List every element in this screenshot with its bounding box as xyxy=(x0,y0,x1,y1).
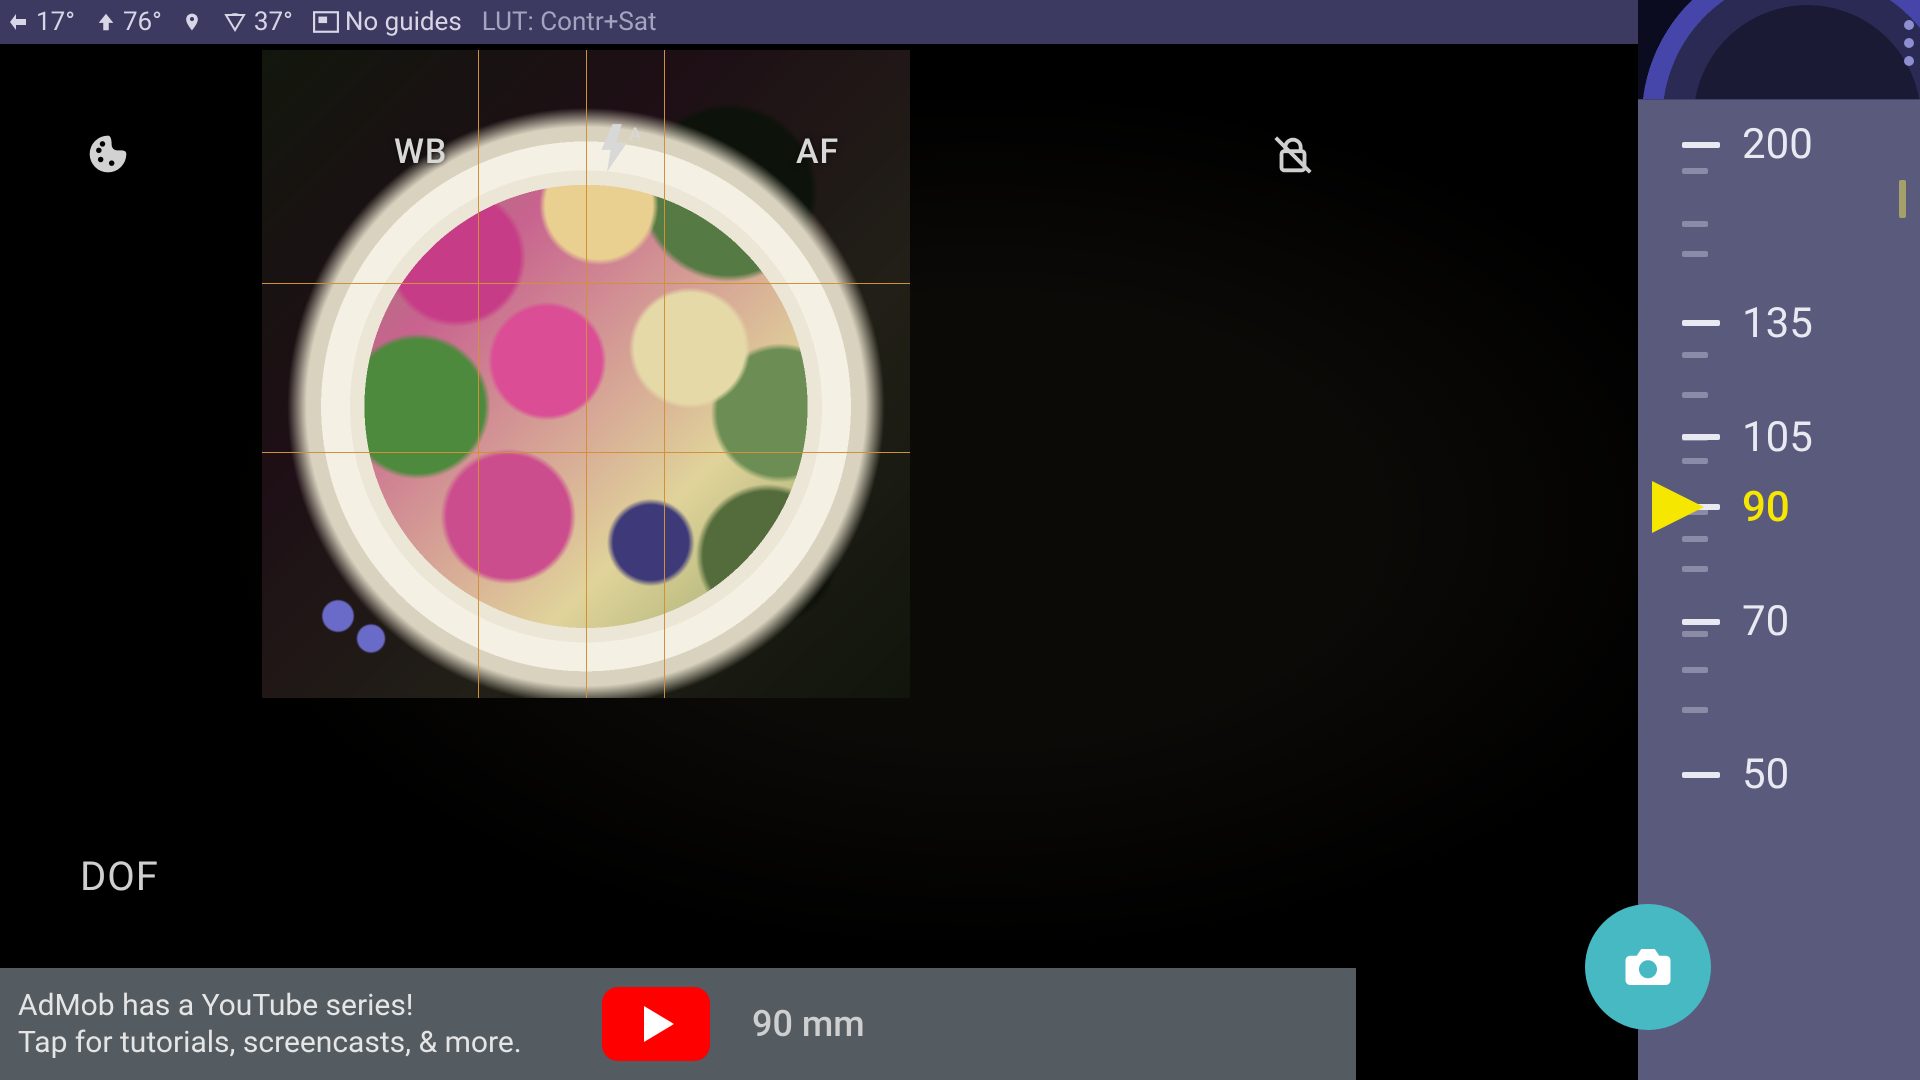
bottom-strip: AdMob has a YouTube series! Tap for tuto… xyxy=(0,968,1356,1080)
guides-toggle[interactable]: No guides xyxy=(313,7,462,37)
tilt-up-value: 76° xyxy=(123,7,162,37)
scale-minor-tick xyxy=(1682,566,1708,572)
ad-line-2: Tap for tutorials, screencasts, & more. xyxy=(18,1024,584,1062)
scale-minor-tick xyxy=(1682,221,1708,227)
dof-button[interactable]: DOF xyxy=(80,853,159,900)
focal-length-readout: 90 mm xyxy=(728,968,1356,1080)
af-label: AF xyxy=(796,132,839,172)
rotation-lock-button[interactable] xyxy=(1270,132,1316,182)
camera-thumbnail[interactable] xyxy=(1638,0,1920,100)
scale-mark-70[interactable]: 70 xyxy=(1682,597,1789,646)
guides-label: No guides xyxy=(345,7,462,37)
up-arrow-icon xyxy=(95,10,117,34)
white-balance-button[interactable]: WB xyxy=(394,132,447,172)
return-arrow-icon xyxy=(6,10,30,34)
location-pin-icon xyxy=(182,9,202,35)
scale-minor-tick xyxy=(1682,707,1708,713)
color-style-button[interactable] xyxy=(86,132,130,180)
dof-label: DOF xyxy=(80,853,159,900)
scale-minor-tick xyxy=(1682,536,1708,542)
svg-text:A: A xyxy=(629,124,640,145)
angle-icon xyxy=(222,10,248,34)
selection-pointer-icon xyxy=(1652,481,1704,533)
grid-line xyxy=(262,452,910,453)
location-indicator[interactable] xyxy=(182,9,202,35)
grid-line xyxy=(586,50,587,698)
grid-line xyxy=(478,50,479,698)
tilt-back-value: 17° xyxy=(36,7,75,37)
fov-indicator[interactable]: 37° xyxy=(222,7,293,37)
focal-length-scale[interactable]: 200 135 105 90 70 50 xyxy=(1682,100,1902,1080)
scale-mark-105[interactable]: 105 xyxy=(1682,413,1813,462)
scale-minor-tick xyxy=(1682,251,1708,257)
scale-mark-50[interactable]: 50 xyxy=(1682,750,1789,799)
shutter-button[interactable] xyxy=(1585,904,1711,1030)
scroll-indicator xyxy=(1899,180,1906,218)
scale-mark-label: 135 xyxy=(1742,299,1813,348)
guides-icon xyxy=(313,11,339,33)
youtube-icon xyxy=(602,987,710,1061)
scale-mark-label: 50 xyxy=(1742,750,1789,799)
ad-line-1: AdMob has a YouTube series! xyxy=(18,987,584,1025)
autofocus-button[interactable]: AF xyxy=(796,132,839,172)
scale-mark-label: 105 xyxy=(1742,413,1813,462)
lut-label: LUT: Contr+Sat xyxy=(482,7,657,37)
tilt-back-indicator[interactable]: 17° xyxy=(6,7,75,37)
scale-minor-tick xyxy=(1682,667,1708,673)
focal-length-value: 90 mm xyxy=(752,1003,865,1045)
grid-line xyxy=(262,283,910,284)
scale-minor-tick xyxy=(1682,352,1708,358)
flash-mode-button[interactable]: A xyxy=(596,122,640,178)
flash-auto-icon: A xyxy=(596,122,640,174)
top-status-bar: 17° 76° 37° No guides LUT: Contr+Sat 6x6 xyxy=(0,0,1920,44)
scale-minor-tick xyxy=(1682,392,1708,398)
scale-mark-135[interactable]: 135 xyxy=(1682,299,1813,348)
ad-banner[interactable]: AdMob has a YouTube series! Tap for tuto… xyxy=(0,968,728,1080)
scale-mark-label: 90 xyxy=(1742,483,1790,532)
scale-mark-200[interactable]: 200 xyxy=(1682,120,1813,169)
palette-icon xyxy=(86,132,130,176)
scale-mark-90[interactable]: 90 xyxy=(1682,483,1790,532)
rotation-lock-icon xyxy=(1270,132,1316,178)
wb-label: WB xyxy=(394,132,447,172)
camera-icon xyxy=(1621,940,1675,994)
scale-mark-label: 70 xyxy=(1742,597,1789,646)
tilt-up-indicator[interactable]: 76° xyxy=(95,7,162,37)
grid-line xyxy=(664,50,665,698)
live-view[interactable]: WB A AF DOF AdMob has a YouTube series! … xyxy=(0,44,1638,1080)
lut-indicator[interactable]: LUT: Contr+Sat xyxy=(482,7,657,37)
scale-mark-label: 200 xyxy=(1742,120,1813,169)
fov-value: 37° xyxy=(254,7,293,37)
